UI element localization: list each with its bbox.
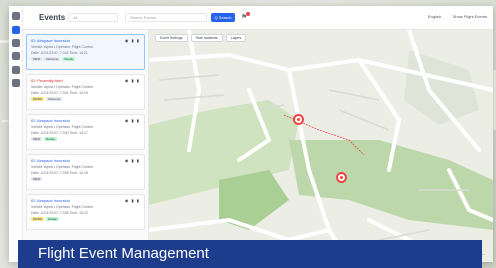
event-card[interactable]: ID: Airspace Incursion ◉ ▮ ▮ Vehicle: Alph… — [26, 34, 145, 70]
event-actions[interactable]: ◉ ▮ ▮ — [125, 158, 140, 163]
status-badge: WARN — [31, 217, 45, 221]
status-badge: INFO — [31, 137, 43, 141]
map-canvas[interactable] — [149, 30, 493, 262]
event-marker[interactable] — [293, 114, 304, 125]
event-card[interactable]: ID: Proximity Alert ◉ ▮ ▮ Vehicle: Alpha •… — [26, 74, 145, 110]
event-tags: INFO Outcome Ready — [31, 57, 140, 61]
filter-icon[interactable] — [12, 52, 20, 60]
layers-icon[interactable] — [12, 39, 20, 47]
event-tags: INFO — [31, 177, 140, 181]
event-detail: Date: 11/11/23 ID: 7,041 Time: 14:19 — [31, 91, 88, 95]
event-title: ID: Proximity Alert — [31, 78, 63, 83]
event-detail: Vehicle: Alpha • Operator: Flight Contro… — [31, 85, 93, 89]
event-tags: WARN Ready — [31, 217, 140, 221]
caption-banner: Flight Event Management — [18, 240, 482, 268]
event-actions[interactable]: ◉ ▮ ▮ — [125, 118, 140, 123]
event-card[interactable]: ID: Airspace Incursion ◉ ▮ ▮ Vehicle: Alph… — [26, 154, 145, 190]
event-detail: Vehicle: Alpha • Operator: Flight Contro… — [31, 165, 93, 169]
book-icon[interactable] — [12, 66, 20, 74]
event-title: ID: Airspace Incursion — [31, 198, 70, 203]
event-detail: Date: 11/11/23 ID: 7,039 Time: 14:15 — [31, 171, 88, 175]
top-bar: Events All Search Events Q Search ⚑ Engl… — [23, 6, 493, 30]
event-actions[interactable]: ◉ ▮ ▮ — [125, 198, 140, 203]
screenshot-stage: Events All Search Events Q Search ⚑ Engl… — [0, 0, 496, 268]
status-badge: Ready — [62, 57, 76, 61]
status-badge: Ready — [44, 137, 57, 141]
status-badge: WARN — [31, 97, 45, 101]
search-button[interactable]: Q Search — [211, 13, 235, 22]
notification-bell-icon[interactable]: ⚑ — [241, 12, 250, 22]
event-filter-select[interactable]: All — [68, 13, 118, 22]
event-marker[interactable] — [336, 172, 347, 183]
notification-dot — [246, 12, 250, 16]
show-all-button[interactable]: Show Flight Events — [453, 14, 487, 19]
home-icon[interactable] — [12, 12, 20, 20]
event-tags: INFO Ready — [31, 137, 140, 141]
event-actions[interactable]: ◉ ▮ ▮ — [125, 78, 140, 83]
settings-icon[interactable] — [12, 79, 20, 87]
event-detail: Vehicle: Alpha • Operator: Flight Contro… — [31, 205, 93, 209]
status-badge: Ready — [46, 217, 59, 221]
app-window: Events All Search Events Q Search ⚑ Engl… — [9, 6, 493, 262]
event-detail: Date: 11/11/23 ID: 7,038 Time: 14:12 — [31, 211, 88, 215]
status-badge: Outcome — [46, 97, 63, 101]
layers-chip[interactable]: Layers — [225, 34, 247, 42]
event-tags: WARN Outcome — [31, 97, 140, 101]
event-detail: Date: 11/11/23 ID: 7,042 Time: 14:21 — [31, 51, 88, 55]
event-card[interactable]: ID: Airspace Incursion ◉ ▮ ▮ Vehicle: Alph… — [26, 194, 145, 230]
map-view[interactable]: Event Settings Hide Incidents Layers ▣ ⊕… — [149, 30, 493, 262]
page-title: Events — [39, 13, 66, 22]
language-selector[interactable]: English — [428, 14, 441, 19]
event-card[interactable]: ID: Airspace Incursion ◉ ▮ ▮ Vehicle: Alph… — [26, 114, 145, 150]
event-detail: Vehicle: Alpha • Operator: Flight Contro… — [31, 45, 93, 49]
status-badge: INFO — [31, 57, 43, 61]
event-title: ID: Airspace Incursion — [31, 158, 70, 163]
status-badge: INFO — [31, 177, 43, 181]
event-settings-chip[interactable]: Event Settings — [155, 34, 188, 42]
list-icon[interactable] — [12, 26, 20, 34]
event-list: ID: Airspace Incursion ◉ ▮ ▮ Vehicle: Alph… — [23, 30, 149, 262]
event-detail: Date: 11/11/23 ID: 7,040 Time: 14:17 — [31, 131, 88, 135]
event-actions[interactable]: ◉ ▮ ▮ — [125, 38, 140, 43]
event-detail: Vehicle: Alpha • Operator: Flight Contro… — [31, 125, 93, 129]
event-title: ID: Airspace Incursion — [31, 118, 70, 123]
hide-incidents-chip[interactable]: Hide Incidents — [190, 34, 223, 42]
event-title: ID: Airspace Incursion — [31, 38, 70, 43]
map-chips: Event Settings Hide Incidents Layers — [155, 34, 247, 42]
icon-rail — [9, 6, 23, 262]
status-badge: Outcome — [44, 57, 61, 61]
search-input[interactable]: Search Events — [125, 13, 207, 22]
